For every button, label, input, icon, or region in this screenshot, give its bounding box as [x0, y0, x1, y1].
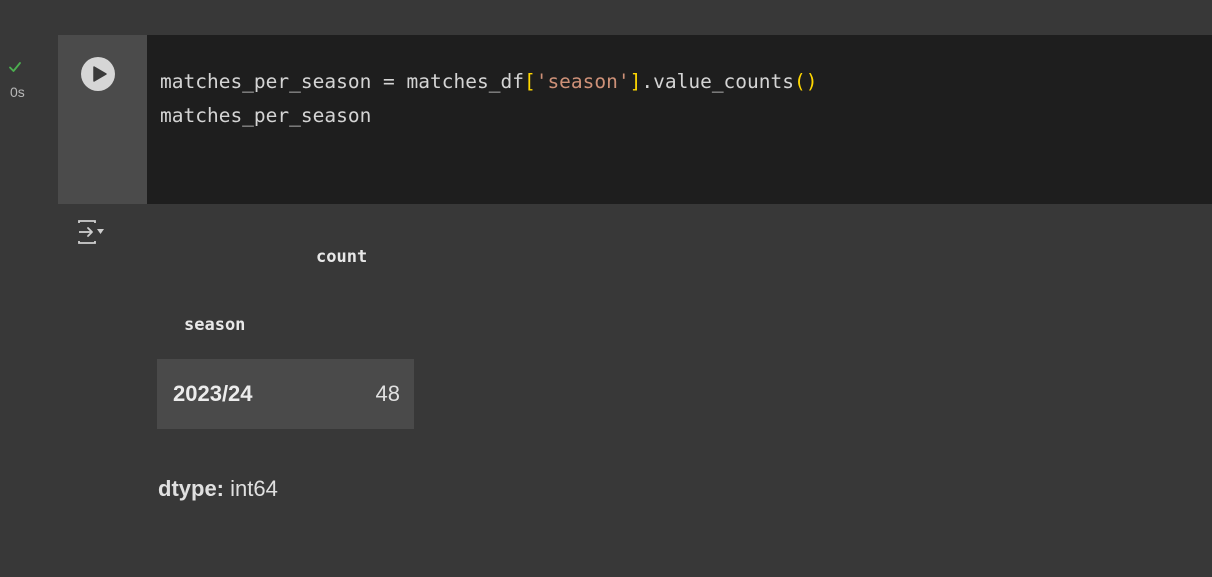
dtype-value: int64 [230, 476, 278, 501]
code-token: matches_per_season = matches_df [160, 70, 524, 93]
dtype-info: dtype: int64 [158, 476, 278, 502]
code-token: () [794, 70, 818, 93]
code-line-1: matches_per_season = matches_df['season'… [160, 70, 817, 93]
code-lines: matches_per_season = matches_df['season'… [160, 65, 817, 133]
run-cell-button[interactable] [81, 57, 115, 91]
checkmark-icon [8, 60, 22, 74]
code-cell[interactable]: matches_per_season = matches_df['season'… [58, 35, 1212, 530]
cell-output: count season 2023/24 48 dtype: int64 [58, 204, 1212, 530]
column-header: count [316, 247, 368, 267]
output-toggle-icon[interactable] [77, 219, 105, 245]
cell-gutter: 0s [0, 0, 58, 577]
index-header: season [184, 315, 246, 335]
code-line-2: matches_per_season [160, 104, 372, 127]
code-token: ] [629, 70, 642, 93]
cell-run-bar [58, 35, 147, 204]
play-icon [93, 66, 107, 82]
table-row: 2023/24 48 [157, 359, 414, 429]
code-string: 'season' [535, 70, 630, 93]
execution-time: 0s [10, 84, 25, 100]
row-value: 48 [375, 381, 400, 406]
code-token: .value_counts [641, 70, 794, 93]
notebook-page: 0s matches_per_season = matches_df['seas… [0, 0, 1212, 577]
code-token: [ [523, 70, 536, 93]
row-index: 2023/24 [173, 381, 253, 406]
code-editor[interactable]: matches_per_season = matches_df['season'… [147, 35, 1212, 204]
dtype-label: dtype: [158, 476, 224, 501]
